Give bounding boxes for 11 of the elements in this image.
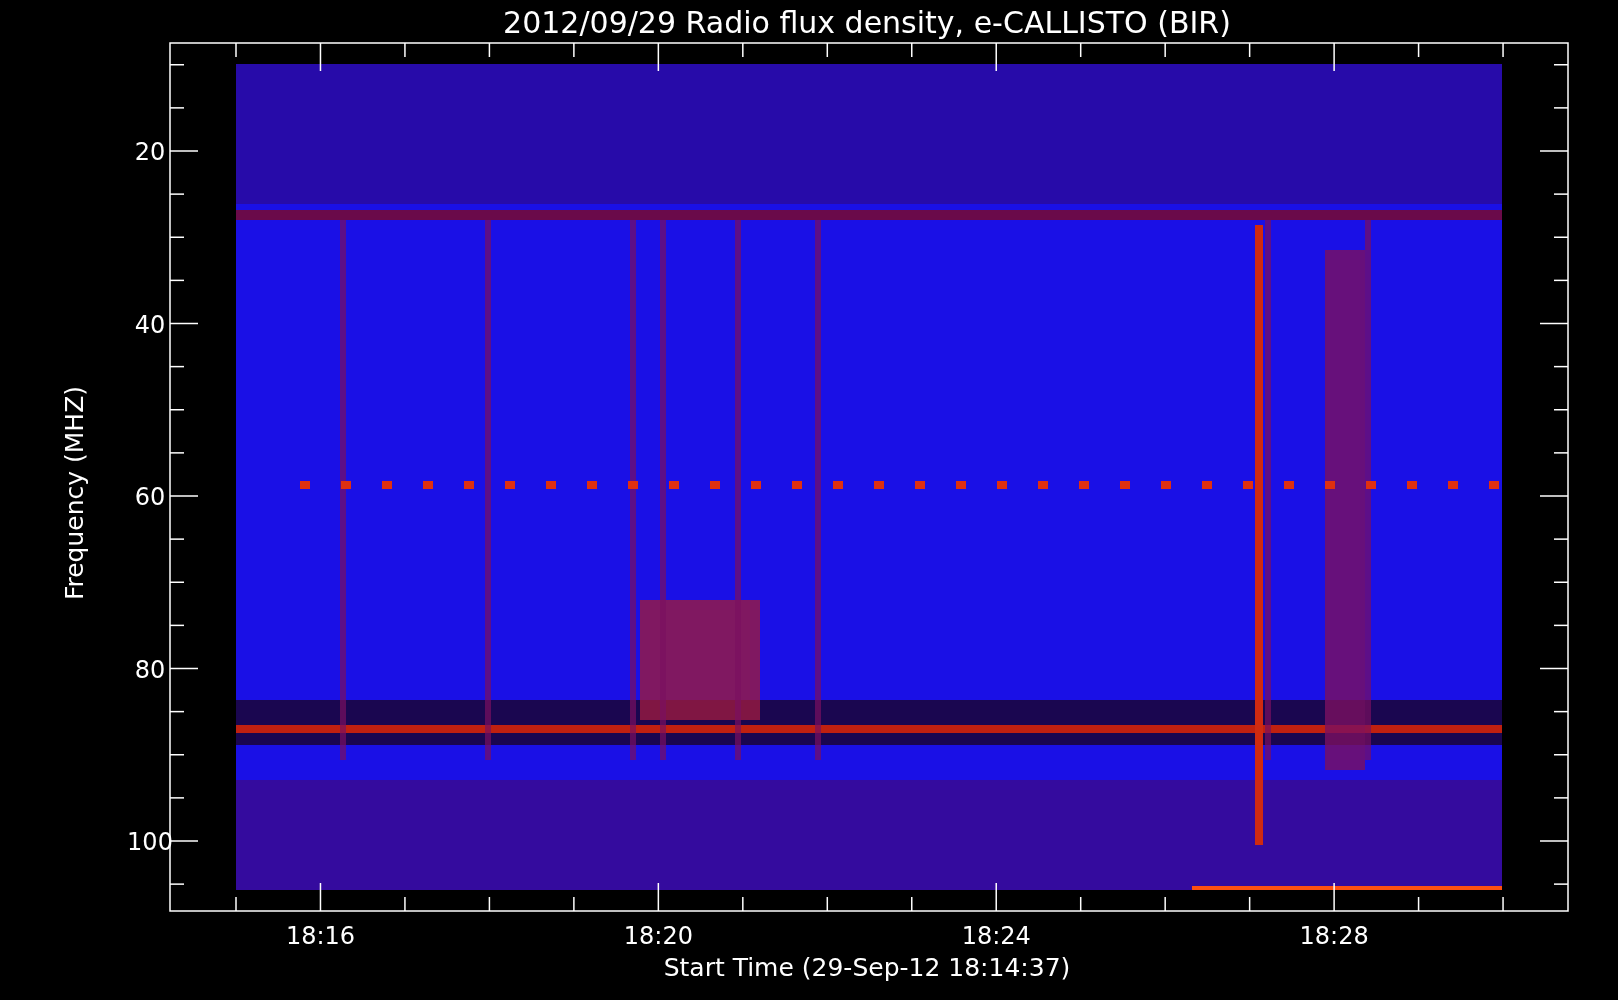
x-tick-label: 18:16 bbox=[285, 922, 356, 950]
y-tick-label: 40 bbox=[134, 310, 166, 339]
x-tick-label: 18:24 bbox=[961, 922, 1031, 950]
chart-title: 2012/09/29 Radio flux density, e-CALLISTO (BIR) bbox=[503, 5, 1231, 40]
x-tick-label: 18:20 bbox=[623, 922, 693, 950]
x-tick-label: 18:28 bbox=[1299, 922, 1369, 950]
y-tick-label: 60 bbox=[134, 483, 166, 511]
y-axis-label: Frequency (MHZ) bbox=[60, 385, 89, 601]
y-tick-label: 20 bbox=[134, 138, 166, 166]
x-axis-label: Start Time (29-Sep-12 18:14:37) bbox=[663, 953, 1071, 982]
y-tick-label: 80 bbox=[134, 655, 166, 684]
